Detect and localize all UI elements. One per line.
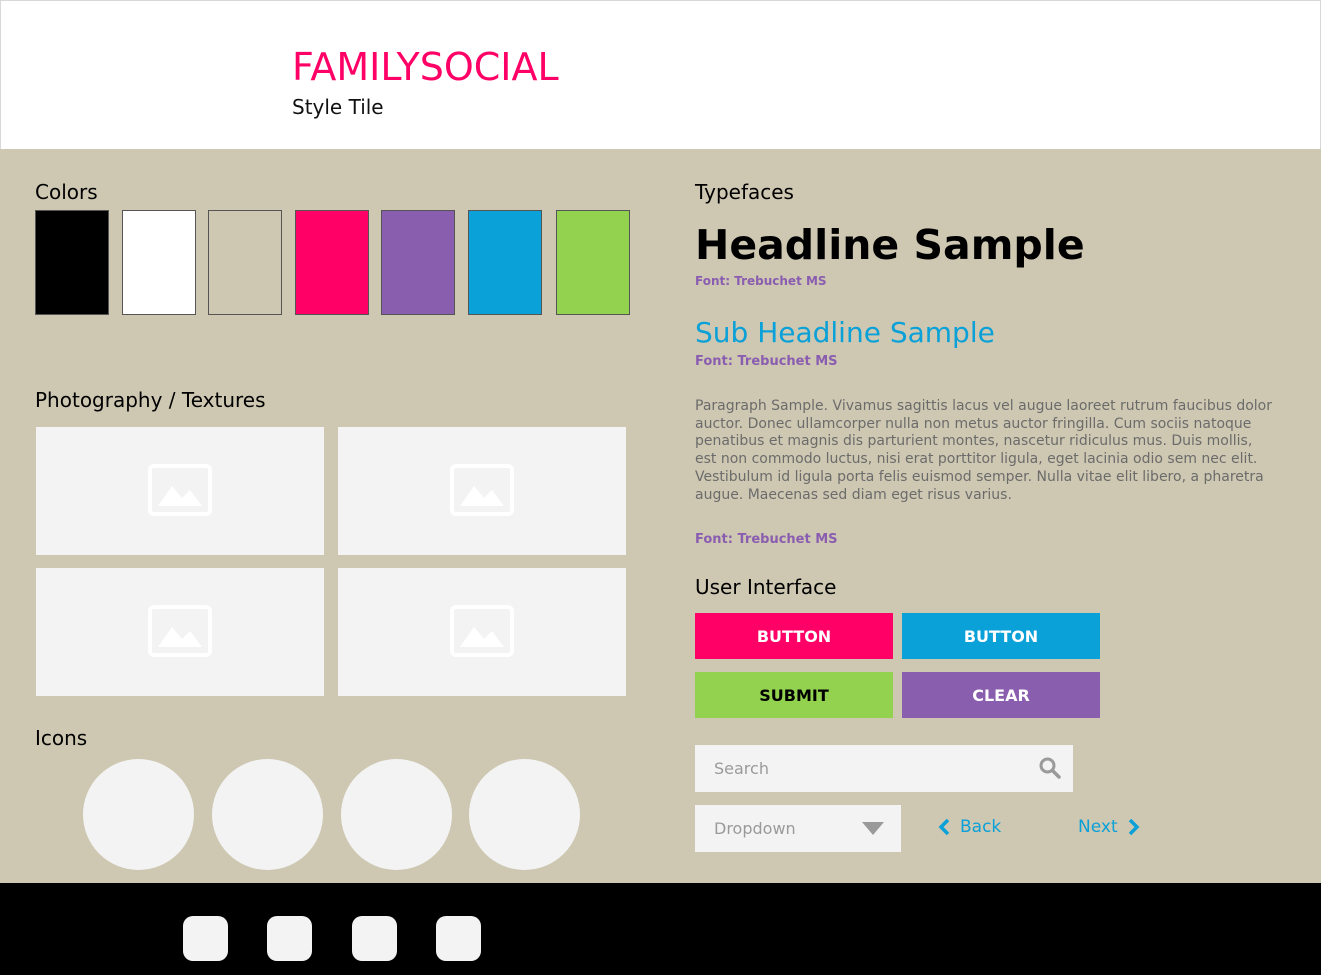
brand-subtitle: Style Tile bbox=[292, 95, 384, 119]
icon-placeholder-circle bbox=[469, 759, 580, 870]
photography-title: Photography / Textures bbox=[35, 388, 266, 412]
colors-title: Colors bbox=[35, 180, 98, 204]
image-placeholder-icon bbox=[148, 605, 212, 657]
color-swatch-green bbox=[556, 210, 630, 315]
brand-title: FAMILYSOCIAL bbox=[292, 45, 559, 89]
photo-placeholder bbox=[338, 427, 626, 555]
icons-title: Icons bbox=[35, 726, 88, 750]
app-icon-placeholder[interactable] bbox=[352, 916, 397, 961]
search-icon[interactable] bbox=[1039, 757, 1061, 779]
app-icon-placeholder[interactable] bbox=[267, 916, 312, 961]
color-swatch-black bbox=[35, 210, 109, 315]
image-placeholder-icon bbox=[450, 605, 514, 657]
photo-placeholder bbox=[36, 427, 324, 555]
chevron-right-icon bbox=[1128, 818, 1140, 836]
photo-placeholder bbox=[36, 568, 324, 696]
blue-button[interactable]: BUTTON bbox=[902, 613, 1100, 659]
app-icon-placeholder[interactable] bbox=[183, 916, 228, 961]
user-interface-title: User Interface bbox=[695, 575, 837, 599]
color-swatch-purple bbox=[381, 210, 455, 315]
subheadline-font-note: Font: Trebuchet MS bbox=[695, 354, 838, 369]
icon-placeholder-circle bbox=[341, 759, 452, 870]
dropdown-select[interactable]: Dropdown bbox=[695, 805, 901, 852]
style-tile-body: Colors Photography / Textures Icons Type… bbox=[0, 149, 1321, 883]
headline-font-note: Font: Trebuchet MS bbox=[695, 274, 827, 288]
back-label: Back bbox=[960, 817, 1002, 837]
app-icon-placeholder[interactable] bbox=[436, 916, 481, 961]
next-link[interactable]: Next bbox=[1078, 817, 1141, 837]
typefaces-title: Typefaces bbox=[695, 180, 794, 204]
pink-button[interactable]: BUTTON bbox=[695, 613, 893, 659]
image-placeholder-icon bbox=[450, 464, 514, 516]
photo-placeholder bbox=[338, 568, 626, 696]
footer-bar bbox=[0, 883, 1321, 975]
search-box bbox=[695, 745, 1073, 792]
chevron-left-icon bbox=[938, 818, 950, 836]
color-swatch-tan bbox=[208, 210, 282, 315]
headline-sample: Headline Sample bbox=[695, 221, 1085, 269]
image-placeholder-icon bbox=[148, 464, 212, 516]
paragraph-font-note: Font: Trebuchet MS bbox=[695, 532, 838, 547]
icon-placeholder-circle bbox=[83, 759, 194, 870]
search-input[interactable] bbox=[695, 745, 1025, 792]
dropdown-label: Dropdown bbox=[714, 819, 796, 838]
icon-placeholder-circle bbox=[212, 759, 323, 870]
back-link[interactable]: Back bbox=[937, 817, 1001, 837]
color-swatch-blue bbox=[468, 210, 542, 315]
header: FAMILYSOCIAL Style Tile bbox=[0, 0, 1321, 149]
subheadline-sample: Sub Headline Sample bbox=[695, 316, 995, 349]
clear-button[interactable]: CLEAR bbox=[902, 672, 1100, 718]
color-swatch-white bbox=[122, 210, 196, 315]
next-label: Next bbox=[1078, 817, 1118, 837]
chevron-down-icon bbox=[862, 822, 884, 835]
color-swatch-pink bbox=[295, 210, 369, 315]
paragraph-sample: Paragraph Sample. Vivamus sagittis lacus… bbox=[695, 398, 1273, 503]
submit-button[interactable]: SUBMIT bbox=[695, 672, 893, 718]
